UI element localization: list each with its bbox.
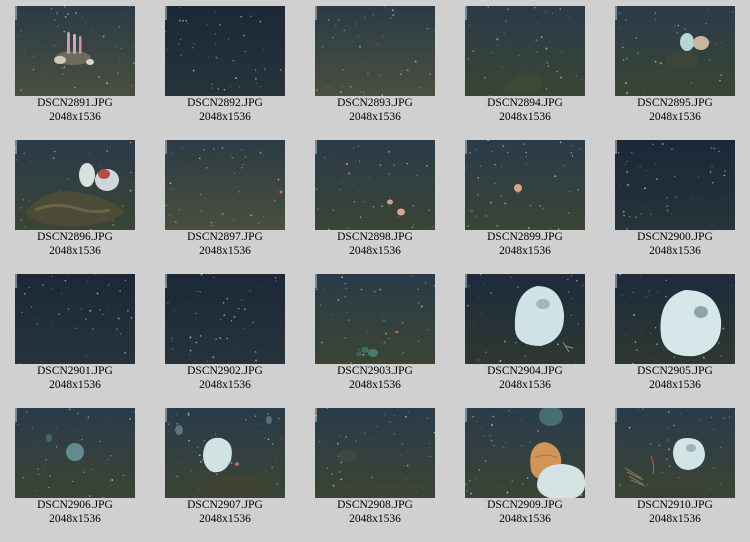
thumbnail-dimensions: 2048x1536: [349, 111, 401, 123]
thumbnail-image[interactable]: [465, 140, 585, 230]
thumbnail-image[interactable]: [15, 140, 135, 230]
thumbnail-item[interactable]: DSCN2891.JPG 2048x1536: [5, 6, 145, 136]
thumbnail-item[interactable]: DSCN2895.JPG 2048x1536: [605, 6, 745, 136]
thumbnail-image[interactable]: [165, 274, 285, 364]
thumbnail-filename: DSCN2900.JPG: [637, 231, 713, 243]
thumbnail-image[interactable]: [615, 140, 735, 230]
thumbnail-dimensions: 2048x1536: [49, 513, 101, 525]
thumbnail-filename: DSCN2909.JPG: [487, 499, 563, 511]
thumbnail-dimensions: 2048x1536: [199, 513, 251, 525]
thumbnail-image[interactable]: [165, 140, 285, 230]
thumbnail-filename: DSCN2895.JPG: [637, 97, 713, 109]
thumbnail-filename: DSCN2907.JPG: [187, 499, 263, 511]
thumbnail-image[interactable]: [165, 6, 285, 96]
thumbnail-image[interactable]: [315, 6, 435, 96]
thumbnail-item[interactable]: DSCN2899.JPG 2048x1536: [455, 140, 595, 270]
thumbnail-dimensions: 2048x1536: [499, 379, 551, 391]
thumbnail-dimensions: 2048x1536: [649, 245, 701, 257]
thumbnail-image[interactable]: [465, 6, 585, 96]
thumbnail-image[interactable]: [15, 274, 135, 364]
thumbnail-item[interactable]: DSCN2910.JPG 2048x1536: [605, 408, 745, 538]
thumbnail-dimensions: 2048x1536: [199, 111, 251, 123]
thumbnail-item[interactable]: DSCN2906.JPG 2048x1536: [5, 408, 145, 538]
thumbnail-item[interactable]: DSCN2898.JPG 2048x1536: [305, 140, 445, 270]
thumbnail-image[interactable]: [465, 274, 585, 364]
thumbnail-filename: DSCN2904.JPG: [487, 365, 563, 377]
thumbnail-filename: DSCN2901.JPG: [37, 365, 113, 377]
thumbnail-dimensions: 2048x1536: [349, 513, 401, 525]
thumbnail-filename: DSCN2897.JPG: [187, 231, 263, 243]
thumbnail-dimensions: 2048x1536: [49, 379, 101, 391]
thumbnail-item[interactable]: DSCN2907.JPG 2048x1536: [155, 408, 295, 538]
thumbnail-filename: DSCN2893.JPG: [337, 97, 413, 109]
thumbnail-dimensions: 2048x1536: [349, 379, 401, 391]
thumbnail-image[interactable]: [15, 6, 135, 96]
thumbnail-image[interactable]: [165, 408, 285, 498]
thumbnail-filename: DSCN2898.JPG: [337, 231, 413, 243]
thumbnail-filename: DSCN2899.JPG: [487, 231, 563, 243]
thumbnail-image[interactable]: [615, 6, 735, 96]
thumbnail-grid: DSCN2891.JPG 2048x1536 DSCN2892.JPG 2048…: [0, 0, 750, 542]
thumbnail-dimensions: 2048x1536: [499, 245, 551, 257]
thumbnail-image[interactable]: [615, 408, 735, 498]
thumbnail-dimensions: 2048x1536: [649, 111, 701, 123]
thumbnail-item[interactable]: DSCN2894.JPG 2048x1536: [455, 6, 595, 136]
thumbnail-dimensions: 2048x1536: [199, 245, 251, 257]
thumbnail-dimensions: 2048x1536: [49, 111, 101, 123]
thumbnail-item[interactable]: DSCN2901.JPG 2048x1536: [5, 274, 145, 404]
thumbnail-item[interactable]: DSCN2905.JPG 2048x1536: [605, 274, 745, 404]
thumbnail-filename: DSCN2892.JPG: [187, 97, 263, 109]
thumbnail-filename: DSCN2902.JPG: [187, 365, 263, 377]
thumbnail-filename: DSCN2903.JPG: [337, 365, 413, 377]
thumbnail-dimensions: 2048x1536: [499, 513, 551, 525]
thumbnail-item[interactable]: DSCN2903.JPG 2048x1536: [305, 274, 445, 404]
thumbnail-filename: DSCN2891.JPG: [37, 97, 113, 109]
thumbnail-item[interactable]: DSCN2896.JPG 2048x1536: [5, 140, 145, 270]
thumbnail-image[interactable]: [15, 408, 135, 498]
thumbnail-item[interactable]: DSCN2900.JPG 2048x1536: [605, 140, 745, 270]
thumbnail-image[interactable]: [465, 408, 585, 498]
thumbnail-item[interactable]: DSCN2902.JPG 2048x1536: [155, 274, 295, 404]
thumbnail-dimensions: 2048x1536: [499, 111, 551, 123]
thumbnail-image[interactable]: [315, 408, 435, 498]
thumbnail-filename: DSCN2894.JPG: [487, 97, 563, 109]
thumbnail-image[interactable]: [315, 274, 435, 364]
thumbnail-dimensions: 2048x1536: [199, 379, 251, 391]
thumbnail-dimensions: 2048x1536: [49, 245, 101, 257]
thumbnail-image[interactable]: [615, 274, 735, 364]
thumbnail-filename: DSCN2910.JPG: [637, 499, 713, 511]
thumbnail-dimensions: 2048x1536: [649, 379, 701, 391]
thumbnail-item[interactable]: DSCN2892.JPG 2048x1536: [155, 6, 295, 136]
thumbnail-dimensions: 2048x1536: [649, 513, 701, 525]
thumbnail-filename: DSCN2906.JPG: [37, 499, 113, 511]
thumbnail-filename: DSCN2896.JPG: [37, 231, 113, 243]
thumbnail-item[interactable]: DSCN2908.JPG 2048x1536: [305, 408, 445, 538]
thumbnail-dimensions: 2048x1536: [349, 245, 401, 257]
thumbnail-item[interactable]: DSCN2904.JPG 2048x1536: [455, 274, 595, 404]
thumbnail-filename: DSCN2908.JPG: [337, 499, 413, 511]
thumbnail-item[interactable]: DSCN2893.JPG 2048x1536: [305, 6, 445, 136]
thumbnail-item[interactable]: DSCN2909.JPG 2048x1536: [455, 408, 595, 538]
thumbnail-filename: DSCN2905.JPG: [637, 365, 713, 377]
thumbnail-item[interactable]: DSCN2897.JPG 2048x1536: [155, 140, 295, 270]
thumbnail-image[interactable]: [315, 140, 435, 230]
